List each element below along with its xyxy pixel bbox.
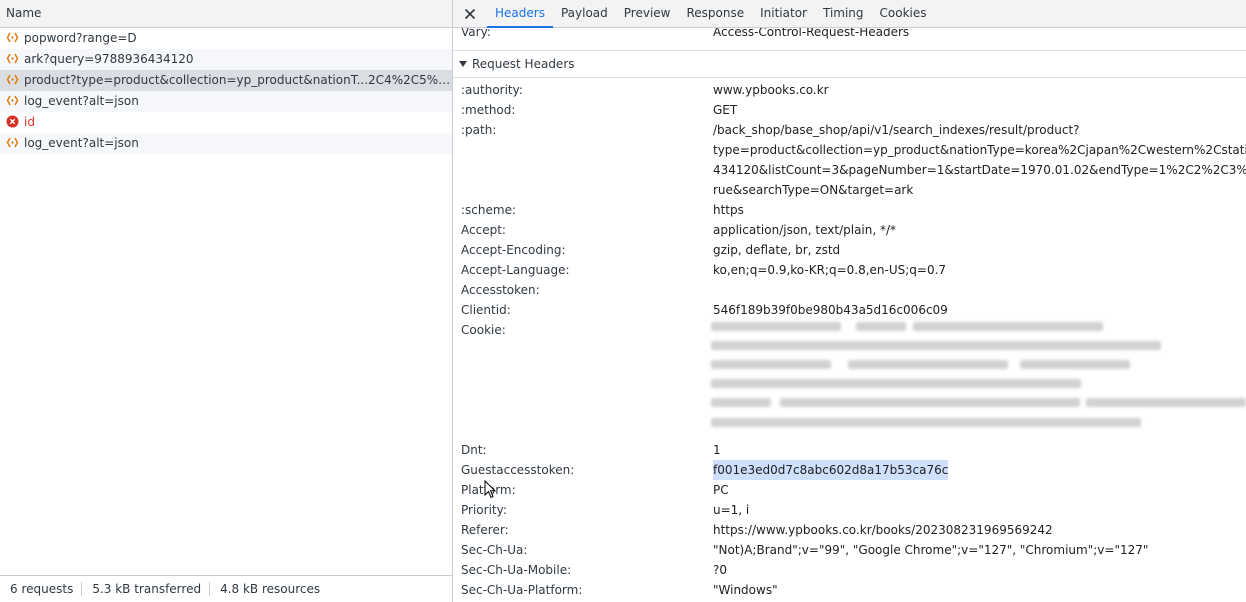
header-key: Sec-Ch-Ua-Mobile: (461, 563, 572, 577)
header-value[interactable]: www.ypbooks.co.kr (713, 80, 829, 100)
header-key: Sec-Ch-Ua: (461, 543, 528, 557)
header-key: Accept: (461, 223, 506, 237)
header-row-priority: Priority: u=1, i (453, 500, 1246, 520)
section-title: Request Headers (472, 57, 575, 71)
header-value[interactable]: application/json, text/plain, */* (713, 220, 896, 240)
header-value[interactable]: 1 (713, 440, 721, 460)
fetch-icon (6, 53, 19, 64)
header-row-accept: Accept: application/json, text/plain, */… (453, 220, 1246, 240)
request-detail-panel: Headers Payload Preview Response Initiat… (453, 0, 1246, 602)
header-key: Priority: (461, 503, 507, 517)
resources-size: 4.8 kB resources (220, 582, 321, 596)
request-name: popword?range=D (24, 31, 137, 45)
header-value[interactable]: gzip, deflate, br, zstd (713, 240, 840, 260)
cookie-value-redacted[interactable] (708, 320, 1246, 436)
name-column-header[interactable]: Name (0, 0, 452, 28)
tab-response[interactable]: Response (678, 0, 752, 27)
tab-cookies[interactable]: Cookies (872, 0, 935, 27)
header-value-selected[interactable]: f001e3ed0d7c8abc602d8a17b53ca76c (713, 460, 949, 480)
fetch-icon (6, 74, 19, 85)
request-row[interactable]: log_event?alt=json (0, 133, 452, 154)
request-row-selected[interactable]: product?type=product&collection=yp_produ… (0, 70, 452, 91)
header-row-guestaccesstoken: Guestaccesstoken: f001e3ed0d7c8abc602d8a… (453, 460, 1246, 480)
header-key: Accept-Encoding: (461, 243, 566, 257)
close-button[interactable] (453, 0, 487, 27)
close-icon (464, 8, 476, 19)
header-row-accept-language: Accept-Language: ko,en;q=0.9,ko-KR;q=0.8… (453, 260, 1246, 280)
error-icon (6, 115, 19, 128)
header-value[interactable]: u=1, i (713, 500, 749, 520)
name-column-label: Name (6, 6, 42, 20)
header-key: :method: (461, 103, 516, 117)
request-headers-section-toggle[interactable]: Request Headers (453, 50, 1246, 78)
header-value[interactable]: https://www.ypbooks.co.kr/books/20230823… (713, 520, 1053, 540)
header-value-line[interactable]: type=product&collection=yp_product&natio… (713, 140, 1246, 160)
detail-tab-bar: Headers Payload Preview Response Initiat… (453, 0, 1246, 28)
header-key: Dnt: (461, 443, 487, 457)
header-key: Cookie: (461, 323, 506, 337)
request-name: product?type=product&collection=yp_produ… (24, 73, 452, 87)
header-row-method: :method: GET (453, 100, 1246, 120)
header-key: Accesstoken: (461, 283, 540, 297)
tab-headers[interactable]: Headers (487, 0, 553, 28)
request-row[interactable]: log_event?alt=json (0, 91, 452, 112)
request-row-error[interactable]: id (0, 112, 452, 133)
header-value-line[interactable]: rue&searchType=ON&target=ark (713, 180, 913, 200)
header-row-accesstoken: Accesstoken: (453, 280, 1246, 300)
header-key: Referer: (461, 523, 509, 537)
expand-triangle-icon (459, 61, 467, 67)
headers-content: Vary: Access-Control-Request-Headers Req… (453, 28, 1246, 602)
header-row-accept-encoding: Accept-Encoding: gzip, deflate, br, zstd (453, 240, 1246, 260)
header-key: Vary: (461, 28, 491, 39)
tab-preview[interactable]: Preview (616, 0, 679, 27)
tab-payload[interactable]: Payload (553, 0, 616, 27)
header-key: :scheme: (461, 203, 516, 217)
header-value[interactable]: PC (713, 480, 729, 500)
status-bar: 6 requests 5.3 kB transferred 4.8 kB resou… (0, 575, 452, 602)
fetch-icon (6, 137, 19, 148)
header-row-platform: Platform: PC (453, 480, 1246, 500)
header-row-vary: Vary: Access-Control-Request-Headers (453, 28, 1246, 48)
header-row-cookie: Cookie: (453, 320, 1246, 440)
header-key: Clientid: (461, 303, 511, 317)
header-value[interactable]: Access-Control-Request-Headers (713, 28, 909, 38)
request-row[interactable]: popword?range=D (0, 28, 452, 49)
header-row-path: :path: /back_shop/base_shop/api/v1/searc… (453, 120, 1246, 200)
header-key: Guestaccesstoken: (461, 463, 575, 477)
transferred-size: 5.3 kB transferred (92, 582, 202, 596)
header-row-sec-ch-ua: Sec-Ch-Ua: "Not)A;Brand";v="99", "Google… (453, 540, 1246, 560)
header-key: Sec-Ch-Ua-Platform: (461, 583, 583, 597)
header-key: :path: (461, 123, 497, 137)
header-row-sec-ch-ua-mobile: Sec-Ch-Ua-Mobile: ?0 (453, 560, 1246, 580)
mouse-cursor-icon (484, 480, 496, 499)
fetch-icon (6, 32, 19, 43)
header-value-line[interactable]: /back_shop/base_shop/api/v1/search_index… (713, 120, 1080, 140)
header-key: :authority: (461, 83, 523, 97)
tab-initiator[interactable]: Initiator (752, 0, 815, 27)
fetch-icon (6, 95, 19, 106)
header-value[interactable]: ko,en;q=0.9,ko-KR;q=0.8,en-US;q=0.7 (713, 260, 946, 280)
header-row-sec-ch-ua-platform: Sec-Ch-Ua-Platform: "Windows" (453, 580, 1246, 600)
request-name: log_event?alt=json (24, 94, 139, 108)
request-name: ark?query=9788936434120 (24, 52, 194, 66)
request-list-panel: Name popword?range=D ark?query=978893643… (0, 0, 453, 602)
header-value[interactable]: https (713, 200, 744, 220)
header-value[interactable]: "Windows" (713, 580, 778, 600)
header-value[interactable]: GET (713, 100, 737, 120)
header-value[interactable]: "Not)A;Brand";v="99", "Google Chrome";v=… (713, 540, 1148, 560)
header-value[interactable]: ?0 (713, 560, 727, 580)
header-row-clientid: Clientid: 546f189b39f0be980b43a5d16c006c… (453, 300, 1246, 320)
header-row-referer: Referer: https://www.ypbooks.co.kr/books… (453, 520, 1246, 540)
header-row-authority: :authority: www.ypbooks.co.kr (453, 80, 1246, 100)
header-key: Accept-Language: (461, 263, 570, 277)
header-row-scheme: :scheme: https (453, 200, 1246, 220)
header-value[interactable]: 546f189b39f0be980b43a5d16c006c09 (713, 300, 948, 320)
request-name: id (24, 115, 35, 129)
request-count: 6 requests (10, 582, 74, 596)
request-row[interactable]: ark?query=9788936434120 (0, 49, 452, 70)
header-row-dnt: Dnt: 1 (453, 440, 1246, 460)
tab-timing[interactable]: Timing (815, 0, 872, 27)
header-value-line[interactable]: 434120&listCount=3&pageNumber=1&startDat… (713, 160, 1246, 180)
request-name: log_event?alt=json (24, 136, 139, 150)
